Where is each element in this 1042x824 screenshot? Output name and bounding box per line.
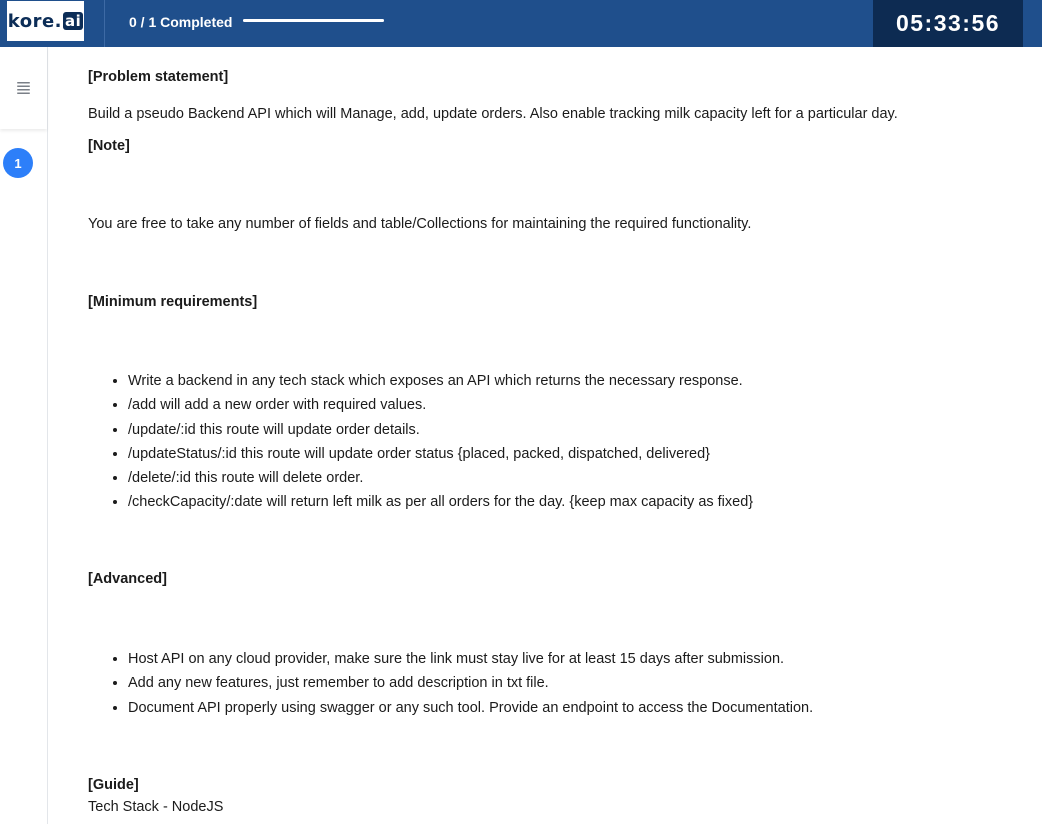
list-item: /updateStatus/:id this route will update… (128, 442, 753, 466)
note-heading: [Note] (88, 138, 130, 154)
menu-toggle-button[interactable]: ≣ (0, 47, 47, 129)
list-item: Write a backend in any tech stack which … (128, 369, 753, 393)
problem-statement-text: Build a pseudo Backend API which will Ma… (88, 106, 898, 122)
header-divider (104, 0, 105, 47)
min-requirements-list: Write a backend in any tech stack which … (88, 369, 753, 515)
progress-bar (243, 19, 384, 22)
list-item: Add any new features, just remember to a… (128, 671, 813, 695)
problem-statement-heading: [Problem statement] (88, 69, 229, 85)
kore-ai-logo: kore. ai (7, 1, 84, 41)
min-requirements-heading: [Minimum requirements] (88, 294, 258, 310)
guide-heading: [Guide] (88, 777, 139, 793)
advanced-list: Host API on any cloud provider, make sur… (88, 647, 813, 720)
advanced-heading: [Advanced] (88, 571, 167, 587)
hamburger-icon: ≣ (15, 77, 32, 99)
question-sidebar: ≣ 1 (0, 47, 48, 824)
list-item: Host API on any cloud provider, make sur… (128, 647, 813, 671)
countdown-timer: 05:33:56 (873, 0, 1023, 47)
list-item: /update/:id this route will update order… (128, 418, 753, 442)
list-item: Document API properly using swagger or a… (128, 696, 813, 720)
logo-text: kore. (7, 10, 62, 32)
progress-bar-fill (243, 19, 384, 22)
guide-text: Tech Stack - NodeJS (88, 799, 224, 815)
progress-label: 0 / 1 Completed (129, 14, 233, 30)
question-number-1[interactable]: 1 (3, 148, 33, 178)
list-item: /add will add a new order with required … (128, 393, 753, 417)
top-bar: kore. ai 0 / 1 Completed 05:33:56 (0, 0, 1042, 47)
list-item: /delete/:id this route will delete order… (128, 466, 753, 490)
note-text: You are free to take any number of field… (88, 216, 752, 232)
logo-box: ai (63, 12, 84, 30)
list-item: /checkCapacity/:date will return left mi… (128, 490, 753, 514)
